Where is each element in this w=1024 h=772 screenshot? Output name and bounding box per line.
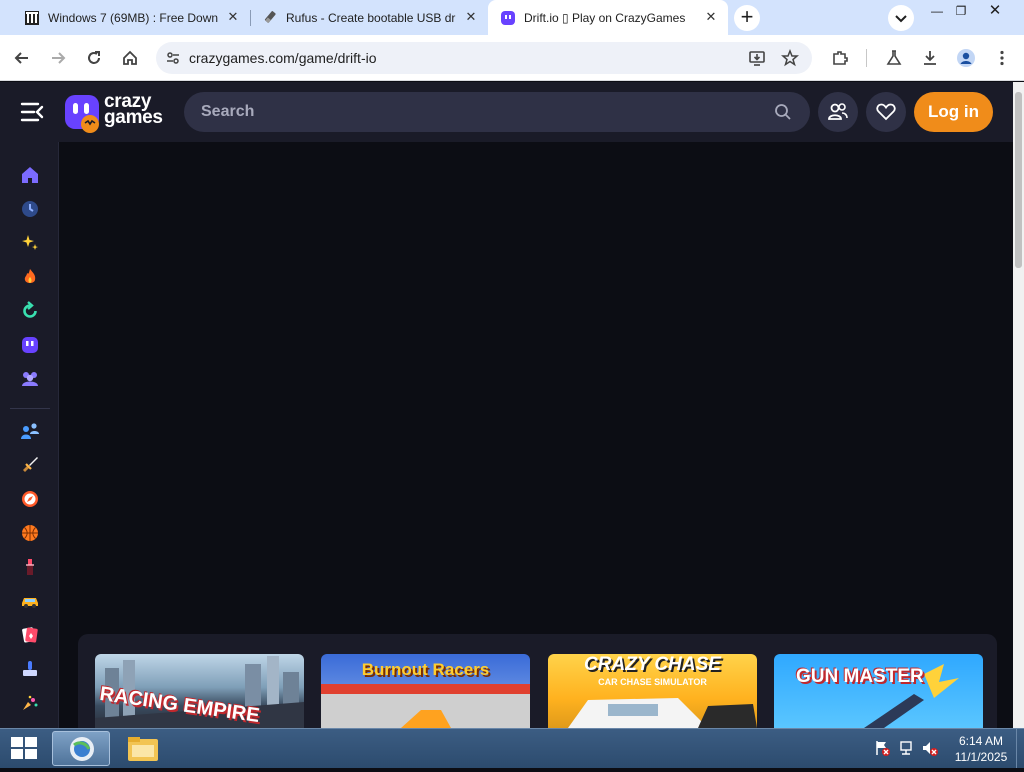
show-desktop-button[interactable]: [1016, 728, 1024, 768]
game-card-burnout-racers[interactable]: Burnout Racers: [321, 654, 530, 728]
tab-rufus[interactable]: Rufus - Create bootable USB dr ✕: [238, 0, 488, 35]
car-icon[interactable]: [19, 590, 41, 612]
menu-button[interactable]: [988, 44, 1016, 72]
tab-windows7[interactable]: Windows 7 (69MB) : Free Downl ✕: [0, 0, 250, 35]
site-info-icon: [167, 52, 179, 64]
url-text: crazygames.com/game/drift-io: [189, 50, 377, 66]
logo-mascot-icon: [65, 95, 99, 133]
clicker-icon[interactable]: [19, 658, 41, 680]
recent-icon[interactable]: [19, 198, 41, 220]
bookmark-star-icon[interactable]: [781, 49, 799, 67]
trending-icon[interactable]: [19, 266, 41, 288]
search-icon: [775, 104, 791, 120]
reload-icon: [88, 51, 100, 64]
chevron-down-icon: [895, 15, 907, 23]
avatar-icon: [957, 49, 975, 67]
extensions-button[interactable]: [826, 44, 854, 72]
windows-logo-icon: [11, 737, 37, 759]
browser-app-icon: [70, 737, 94, 761]
login-button[interactable]: Log in: [914, 92, 993, 132]
site-search-input[interactable]: Search: [184, 92, 810, 132]
action-icon[interactable]: [19, 454, 41, 476]
game-card-racing-empire[interactable]: RACING EMPIRE: [95, 654, 304, 728]
updated-icon[interactable]: [19, 300, 41, 322]
sidebar-divider: [10, 408, 50, 409]
beauty-icon[interactable]: [19, 556, 41, 578]
taskbar-file-explorer[interactable]: [114, 731, 172, 766]
folder-icon: [128, 737, 158, 761]
forward-button[interactable]: [44, 44, 72, 72]
close-icon[interactable]: ✕: [464, 10, 478, 24]
kebab-menu-icon: [1000, 50, 1004, 66]
system-clock[interactable]: 6:14 AM 11/1/2025: [950, 733, 1012, 765]
close-icon[interactable]: ✕: [704, 10, 718, 24]
puzzle-icon: [833, 51, 848, 65]
users-icon: [828, 103, 848, 120]
game-card-gun-master[interactable]: GUN MASTER: [774, 654, 983, 728]
game-title: GUN MASTER: [796, 666, 924, 687]
originals-icon[interactable]: [19, 334, 41, 356]
restore-button[interactable]: ❐: [946, 0, 976, 22]
heart-icon: [876, 103, 896, 121]
friends-button[interactable]: [818, 92, 858, 132]
game-frame[interactable]: [60, 142, 1013, 632]
network-icon[interactable]: [898, 739, 916, 757]
multiplayer-icon[interactable]: [19, 368, 41, 390]
close-window-button[interactable]: ✕: [980, 0, 1010, 22]
house-icon: [123, 50, 137, 65]
tab-drift-io[interactable]: Drift.io ▯ Play on CrazyGames ✕: [488, 0, 728, 35]
sidebar-toggle-icon[interactable]: [20, 101, 44, 123]
install-app-icon[interactable]: [748, 49, 766, 67]
forward-arrow-icon: [52, 52, 66, 64]
crazygames-icon: [500, 10, 516, 26]
card-icon[interactable]: [19, 624, 41, 646]
clock-date: 11/1/2025: [954, 750, 1008, 764]
game-title: CRAZY CHASE: [584, 654, 721, 675]
logo-wordmark[interactable]: crazy games: [104, 92, 163, 128]
home-button[interactable]: [116, 44, 144, 72]
volume-muted-icon[interactable]: [921, 739, 939, 757]
logo-line-2: games: [104, 107, 163, 128]
download-icon: [924, 51, 936, 65]
two-player-icon[interactable]: [19, 420, 41, 442]
favorites-button[interactable]: [866, 92, 906, 132]
taskbar-browser[interactable]: [52, 731, 110, 766]
new-tab-button[interactable]: +: [734, 5, 760, 31]
search-placeholder: Search: [201, 103, 255, 120]
action-center-icon[interactable]: [873, 739, 891, 757]
start-button[interactable]: [8, 733, 40, 763]
tab-title: Drift.io ▯ Play on CrazyGames: [524, 10, 686, 25]
basketball-icon[interactable]: [19, 522, 41, 544]
usb-drive-icon: [262, 10, 278, 26]
profile-button[interactable]: [952, 44, 980, 72]
archive-icon: [24, 10, 40, 26]
new-icon[interactable]: [19, 232, 41, 254]
game-subtitle: CAR CHASE SIMULATOR: [598, 677, 707, 687]
game-card-crazy-chase[interactable]: CRAZY CHASE CAR CHASE SIMULATOR: [548, 654, 757, 728]
toolbar-divider: [866, 49, 867, 67]
labs-button[interactable]: [880, 44, 908, 72]
back-arrow-icon: [14, 52, 28, 64]
clock-time: 6:14 AM: [958, 734, 1004, 748]
casual-icon[interactable]: [19, 692, 41, 714]
adventure-icon[interactable]: [19, 488, 41, 510]
tab-search-button[interactable]: [888, 5, 914, 31]
downloads-button[interactable]: [916, 44, 944, 72]
flask-icon: [886, 50, 902, 65]
scrollbar-thumb[interactable]: [1015, 92, 1022, 268]
back-button[interactable]: [8, 44, 36, 72]
tab-title: Windows 7 (69MB) : Free Downl: [48, 10, 218, 25]
address-bar[interactable]: crazygames.com/game/drift-io: [156, 42, 812, 74]
tab-title: Rufus - Create bootable USB dr: [286, 10, 456, 25]
reload-button[interactable]: [80, 44, 108, 72]
game-title: Burnout Racers: [361, 660, 490, 679]
home-icon[interactable]: [19, 164, 41, 186]
browser-toolbar: crazygames.com/game/drift-io: [0, 35, 1024, 81]
